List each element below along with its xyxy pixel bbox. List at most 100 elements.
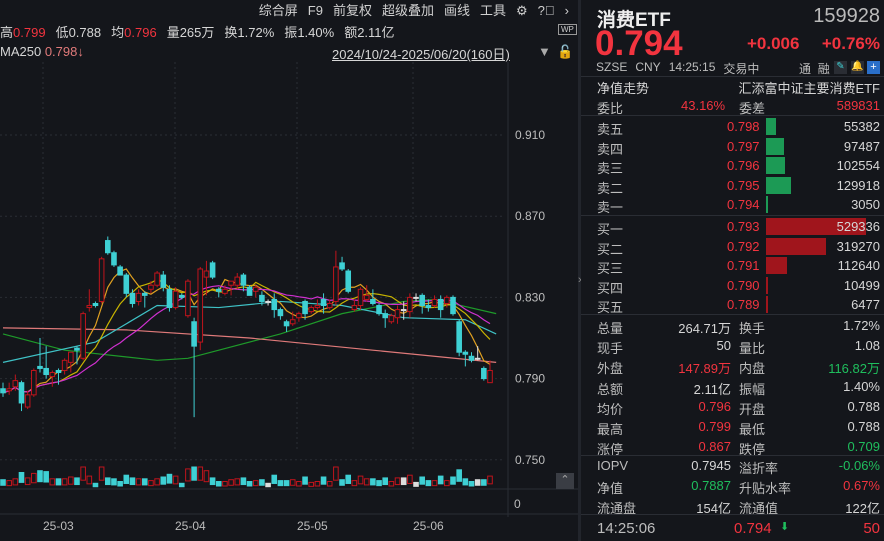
candle-body [468, 355, 475, 361]
volume-bar [320, 476, 327, 485]
edit-icon[interactable]: ✎ [834, 61, 847, 74]
volume-bar [419, 476, 425, 485]
volume-bar [24, 477, 31, 486]
stat-value: 0.7945 [691, 458, 731, 473]
bid-level[interactable]: 买五 0.789 6477 [581, 295, 884, 315]
bid-level[interactable]: 买三 0.791 112640 [581, 256, 884, 276]
stat-value: 147.89万 [678, 361, 731, 377]
candle-body [296, 313, 302, 319]
candle-body [141, 292, 148, 296]
stat-label: 换手 [739, 321, 766, 336]
level-label: 买二 [597, 241, 624, 257]
security-code: 159928 [813, 5, 880, 27]
candle-body [357, 288, 364, 307]
candle-body [6, 388, 12, 392]
candle-body [43, 367, 49, 376]
candle-body [289, 319, 296, 325]
volume-bar [487, 475, 493, 485]
ask-level[interactable]: 卖三 0.796 102554 [581, 156, 884, 176]
candle-body [209, 262, 216, 278]
candle-body [55, 369, 62, 374]
volume-bar [271, 474, 278, 484]
tong-label: 通 [799, 62, 812, 76]
avg-value: 0.796 [124, 25, 157, 40]
gear-icon[interactable]: ⚙ [511, 2, 533, 22]
collapse-icon[interactable]: ⌃ [556, 473, 574, 489]
volume-bar [104, 477, 111, 486]
date-range[interactable]: 2024/10/24-2025/06/20(160日) [332, 44, 510, 63]
volume-bar [370, 478, 376, 486]
volume-axis-label: 0 [514, 497, 521, 511]
candle-body [351, 305, 358, 311]
level-label: 卖四 [597, 141, 624, 157]
volume-bar [111, 478, 117, 486]
level-price: 0.798 [727, 119, 760, 134]
level-volume-bar [766, 157, 785, 175]
kline-chart[interactable]: 0.910 0.870 0.830 0.790 0.750 25-03 25-04 25-05… [0, 62, 578, 541]
nav-trend-link[interactable]: 净值走势 [597, 78, 649, 97]
stat-value: 0.709 [847, 439, 880, 455]
volume-bar [197, 466, 204, 481]
chart-panel: 综合屏 F9 前复权 超级叠加 画线 工具 ⚙ ?⃝ › 高0.799 低0.7… [0, 0, 578, 541]
candle-body [92, 302, 99, 307]
level-price: 0.792 [727, 238, 760, 254]
wp-badge-icon[interactable]: WP [558, 24, 577, 35]
high-label: 高 [0, 25, 14, 40]
toolbar-tools[interactable]: 工具 [475, 2, 511, 22]
ask-level[interactable]: 卖五 0.798 55382 [581, 117, 884, 137]
level-volume: 97487 [843, 138, 880, 154]
volume-bar [376, 480, 382, 487]
bid-level[interactable]: 买二 0.792 319270 [581, 237, 884, 257]
candle-body [234, 276, 241, 286]
tick-time: 14:25:06 [597, 520, 656, 537]
ask-level[interactable]: 卖一 0.794 3050 [581, 195, 884, 215]
stat-value: 264.71万 [678, 321, 731, 336]
candle-body [277, 309, 284, 317]
toolbar-f9[interactable]: F9 [303, 2, 328, 22]
volume-bar [61, 478, 68, 486]
candle-body [271, 298, 278, 311]
volume-bar [326, 481, 333, 487]
price-stats: 高0.799 低0.788 均0.796 量265万 换1.72% 振1.40%… [0, 22, 395, 41]
candle-body [12, 380, 19, 388]
candle-body [197, 268, 204, 343]
candle-body [481, 367, 487, 380]
ask-level[interactable]: 卖二 0.795 129918 [581, 176, 884, 196]
toolbar-composite[interactable]: 综合屏 [254, 2, 303, 22]
x-tick-label: 25-06 [413, 519, 444, 533]
volume-bar [265, 482, 271, 488]
volume-bar [123, 474, 130, 484]
help-icon[interactable]: ?⃝ [533, 2, 560, 22]
candle-body [326, 302, 333, 309]
stat-label: 外盘 [597, 361, 624, 377]
weibi-value: 43.16% [681, 98, 726, 113]
dropdown-arrow-icon[interactable]: ▼ [538, 44, 551, 59]
candle-body [80, 313, 86, 359]
candle-body [320, 298, 327, 307]
candle-body [456, 321, 462, 353]
stat-label: 量比 [739, 341, 766, 357]
candle-body [111, 252, 117, 266]
volume-bar [456, 469, 462, 482]
bell-icon[interactable]: 🔔 [851, 61, 864, 74]
candle-body [228, 280, 234, 286]
candle-body [135, 292, 142, 302]
add-icon[interactable]: + [867, 61, 880, 74]
low-label: 低 [55, 25, 69, 40]
toolbar-draw[interactable]: 画线 [439, 2, 475, 22]
unlock-icon[interactable]: 🔓 [557, 44, 573, 60]
x-tick-label: 25-04 [175, 519, 206, 533]
exchange: SZSE [596, 60, 628, 74]
candle-body [450, 296, 456, 315]
bid-level[interactable]: 买一 0.793 529336 [581, 217, 884, 237]
vol-value: 265万 [179, 25, 215, 40]
stat-value: 50 [716, 338, 731, 354]
bid-level[interactable]: 买四 0.790 10499 [581, 276, 884, 296]
candle-body [302, 300, 308, 315]
toolbar-overlay[interactable]: 超级叠加 [377, 2, 439, 22]
ask-level[interactable]: 卖四 0.797 97487 [581, 137, 884, 157]
chevron-right-icon[interactable]: › [560, 2, 574, 22]
candle-body [382, 313, 389, 319]
toolbar-adjust[interactable]: 前复权 [328, 2, 377, 22]
volume-bar [314, 481, 321, 487]
